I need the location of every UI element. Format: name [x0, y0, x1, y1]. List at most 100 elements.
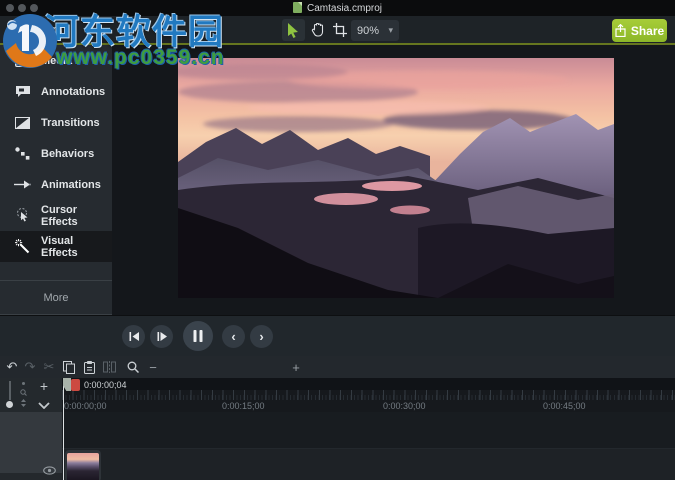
track-height-slider[interactable]: [9, 381, 11, 400]
window-title-wrap: Camtasia.cmproj: [0, 2, 675, 14]
media-icon: [14, 52, 31, 69]
canvas-zoom-select[interactable]: 90% ▾: [351, 20, 399, 41]
share-export-icon: [615, 24, 626, 37]
step-forward-button[interactable]: [150, 325, 173, 348]
ruler-ticks: [62, 390, 675, 400]
sidebar-item-label: Media: [41, 54, 73, 67]
sidebar-item-label: Animations: [41, 178, 101, 191]
copy-icon: [63, 360, 75, 374]
sidebar-item-animations[interactable]: Animations: [0, 169, 112, 200]
plus-icon: +: [39, 378, 49, 394]
track-visibility-eye-icon[interactable]: [43, 466, 56, 475]
sidebar-item-cursor-effects[interactable]: Cursor Effects: [0, 200, 112, 231]
crop-tool-button[interactable]: [328, 19, 351, 41]
record-button[interactable]: Record: [8, 20, 62, 40]
small-magnifier-icon: [20, 389, 27, 396]
step-back-icon: [129, 332, 139, 341]
video-preview[interactable]: [168, 58, 614, 298]
share-label: Share: [630, 23, 665, 38]
timeline-track-controls: +: [0, 378, 62, 412]
annotations-icon: [14, 83, 31, 100]
window-title: Camtasia.cmproj: [306, 3, 383, 14]
paste-clipboard-icon: [83, 360, 95, 374]
ruler-top-strip: [62, 378, 675, 390]
timeline-track-area[interactable]: [62, 412, 675, 480]
select-cursor-icon: [288, 22, 298, 38]
next-clip-button[interactable]: ›: [250, 325, 273, 348]
sidebar-item-media[interactable]: Media: [0, 45, 112, 76]
playhead-line[interactable]: [63, 378, 64, 480]
titlebar: Camtasia.cmproj: [0, 0, 675, 16]
ruler-label: 0:00:15;00: [222, 401, 265, 411]
timeline-zoom-button[interactable]: [124, 358, 142, 376]
chevron-down-icon: ▾: [388, 25, 393, 35]
dot-icon: [22, 382, 25, 385]
scissors-icon: ✂: [43, 359, 55, 374]
sidebar-more-button[interactable]: More: [0, 280, 112, 315]
camtasia-window: Camtasia.cmproj Record 90% ▾ Share Media…: [0, 0, 675, 480]
split-icon: [102, 361, 116, 373]
sidebar-item-label: Transitions: [41, 116, 100, 129]
cut-button[interactable]: ✂: [40, 358, 58, 376]
main-area: Media Annotations Transitions Behaviors: [0, 45, 675, 315]
add-track-button[interactable]: +: [32, 378, 56, 394]
playhead-time-label: 0:00:00;04: [84, 379, 127, 390]
hand-icon: [311, 23, 324, 37]
clip-thumbnail: [67, 453, 99, 480]
behaviors-icon: [14, 145, 31, 162]
select-tool-button[interactable]: [282, 19, 305, 41]
sidebar-item-visual-effects[interactable]: Visual Effects: [0, 231, 112, 262]
mountain-sunset-frame: [168, 58, 614, 298]
pause-icon: [193, 330, 203, 342]
step-forward-icon: [157, 332, 167, 341]
sidebar-item-label: Cursor Effects: [41, 203, 78, 228]
timeline-toolbar: ↶ ↷ ✂ − +: [0, 356, 675, 378]
timeline-zoom-in-button[interactable]: +: [287, 358, 305, 376]
step-back-button[interactable]: [122, 325, 145, 348]
track-mini-controls: [20, 381, 27, 407]
share-button[interactable]: Share: [612, 19, 667, 42]
cursor-effects-icon: [14, 207, 31, 224]
more-label: More: [43, 291, 69, 304]
magnifier-icon: [127, 361, 139, 373]
timeline-ruler[interactable]: 0:00:00;04 0:00:00;00 0:00:15;00 0:00:30…: [62, 378, 675, 412]
previous-clip-button[interactable]: ‹: [222, 325, 245, 348]
undo-icon: ↶: [6, 359, 18, 374]
pan-tool-button[interactable]: [306, 19, 329, 41]
playhead-out-handle[interactable]: [71, 379, 80, 391]
sidebar-item-transitions[interactable]: Transitions: [0, 107, 112, 138]
sidebar-item-behaviors[interactable]: Behaviors: [0, 138, 112, 169]
record-label: Record: [27, 24, 63, 36]
split-button[interactable]: [100, 358, 118, 376]
canvas-zoom-value: 90%: [357, 24, 380, 37]
sidebar-item-label: Visual Effects: [41, 234, 78, 259]
track-height-slider-thumb[interactable]: [6, 401, 13, 408]
toolbar: Record 90% ▾ Share: [0, 16, 675, 45]
redo-icon: ↷: [24, 359, 36, 374]
sidebar-item-annotations[interactable]: Annotations: [0, 76, 112, 107]
crop-icon: [332, 23, 347, 37]
media-clip[interactable]: [65, 450, 101, 480]
undo-button[interactable]: ↶: [3, 358, 21, 376]
chevron-left-icon: ‹: [231, 329, 236, 344]
timeline-zoom-out-button[interactable]: −: [144, 358, 162, 376]
animations-icon: [14, 176, 31, 193]
paste-button[interactable]: [80, 358, 98, 376]
visual-effects-wand-icon: [14, 238, 31, 255]
plus-icon: +: [292, 359, 300, 375]
pause-button[interactable]: [183, 321, 213, 351]
minus-icon: −: [149, 359, 157, 375]
ruler-label: 0:00:45;00: [543, 401, 586, 411]
sidebar-item-label: Behaviors: [41, 147, 95, 160]
redo-button[interactable]: ↷: [21, 358, 39, 376]
copy-button[interactable]: [60, 358, 78, 376]
chevron-right-icon: ›: [259, 329, 264, 344]
transitions-icon: [14, 114, 31, 131]
project-document-icon: [292, 2, 302, 13]
record-camera-icon: [8, 25, 22, 35]
up-down-arrows-icon: [21, 399, 26, 407]
playback-bar: ‹ › ⚙ Properties: [0, 315, 675, 356]
track-header-column: [0, 412, 62, 480]
track-header: [0, 412, 62, 475]
